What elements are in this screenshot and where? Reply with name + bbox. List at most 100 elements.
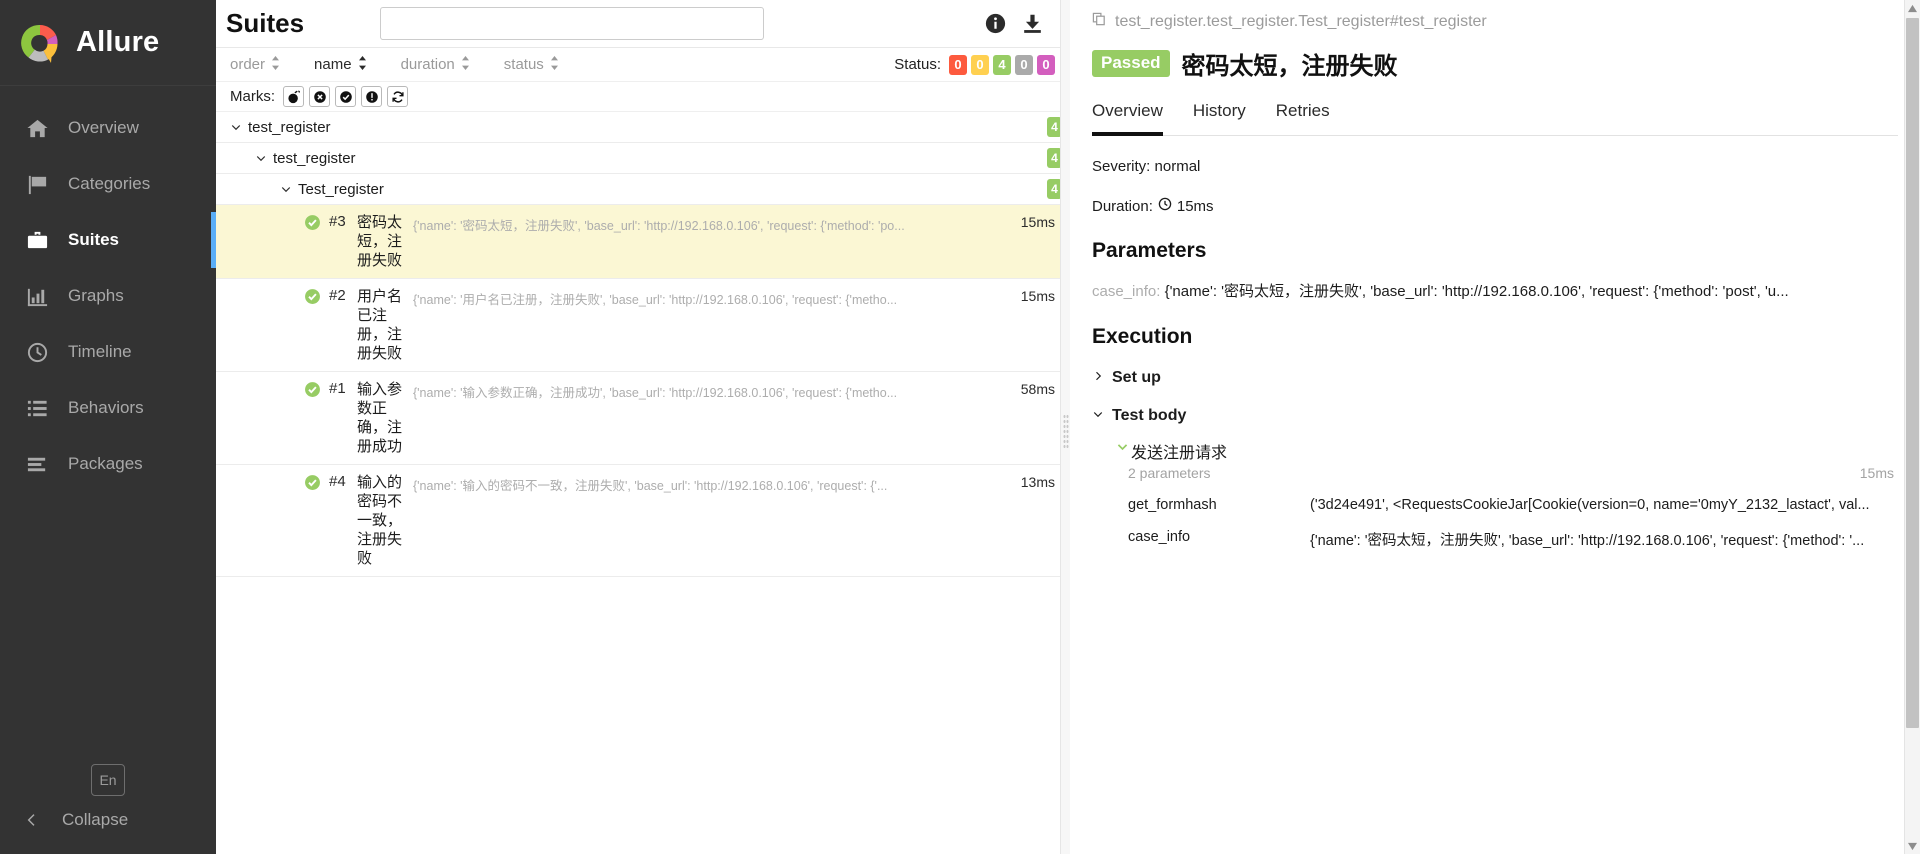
step-parameter-count: 2 parameters (1128, 465, 1211, 481)
execution-node-label: Test body (1112, 407, 1187, 424)
tree-node-level2[interactable]: test_register 4 (216, 143, 1069, 174)
sidebar-item-graphs[interactable]: Graphs (0, 268, 216, 324)
passed-status-icon (304, 381, 322, 403)
allure-logo-icon (18, 21, 62, 65)
refresh-icon[interactable] (387, 86, 408, 107)
execution-node-testbody[interactable]: Test body (1092, 407, 1898, 425)
tree-node-label: Test_register (298, 180, 384, 198)
severity-line: Severity: normal (1092, 158, 1201, 175)
chevron-left-icon (24, 812, 40, 828)
tree-node-level3[interactable]: Test_register 4 (216, 174, 1069, 205)
sidebar-item-overview[interactable]: Overview (0, 100, 216, 156)
download-icon[interactable] (1022, 13, 1043, 34)
chevron-down-icon (280, 183, 292, 195)
parameter-key: case_info: (1092, 283, 1161, 300)
sort-arrows-icon (550, 55, 559, 74)
test-description: {'name': '输入参数正确，注册成功', 'base_url': 'htt… (413, 386, 898, 400)
clock-icon (1158, 197, 1172, 215)
sidebar-footer: En Collapse (0, 764, 216, 854)
brand: Allure (0, 0, 216, 86)
sort-arrows-icon (271, 55, 280, 74)
scroll-up-arrow-icon[interactable] (1905, 0, 1920, 16)
tree-node-level1[interactable]: test_register 4 (216, 112, 1069, 143)
status-badge-unknown[interactable]: 0 (1037, 54, 1055, 75)
scrollbar-thumb[interactable] (1906, 18, 1919, 728)
sidebar-item-timeline[interactable]: Timeline (0, 324, 216, 380)
step-parameter-key: get_formhash (1128, 497, 1217, 513)
test-name: 输入的密码不一致，注册失败 (357, 474, 403, 567)
check-circle-icon[interactable] (335, 86, 356, 107)
header-actions (985, 13, 1055, 34)
sidebar-item-label: Packages (68, 454, 143, 473)
panel-resize-handle[interactable] (1060, 0, 1070, 854)
tab-retries[interactable]: Retries (1276, 101, 1330, 136)
sidebar-item-categories[interactable]: Categories (0, 156, 216, 212)
sidebar-item-label: Overview (68, 118, 139, 137)
sidebar-item-label: Graphs (68, 286, 124, 305)
sidebar-item-suites[interactable]: Suites (0, 212, 216, 268)
sort-bar: order name duration status Status: 0 0 4… (216, 48, 1069, 82)
test-row[interactable]: #3 密码太短，注册失败 {'name': '密码太短，注册失败', 'base… (216, 205, 1069, 279)
scroll-down-arrow-icon[interactable] (1905, 838, 1920, 854)
status-badge: Passed (1092, 50, 1170, 77)
step-title: 发送注册请求 (1131, 445, 1228, 462)
info-icon[interactable] (985, 13, 1006, 34)
sort-status[interactable]: status (503, 55, 559, 74)
sort-label: status (503, 56, 544, 73)
step-parameter-key: case_info (1128, 529, 1191, 545)
execution-node-setup[interactable]: Set up (1092, 369, 1898, 387)
sidebar-item-packages[interactable]: Packages (0, 436, 216, 492)
language-button[interactable]: En (91, 764, 125, 796)
sort-order[interactable]: order (230, 55, 280, 74)
passed-status-icon (304, 214, 322, 236)
page-title: Suites (226, 8, 305, 38)
collapse-button[interactable]: Collapse (0, 810, 216, 830)
passed-status-icon (304, 474, 322, 496)
passed-status-icon (304, 288, 322, 310)
status-badge-skipped[interactable]: 0 (1015, 54, 1033, 75)
search-input[interactable] (380, 7, 765, 40)
suites-panel: Suites order name duration status Status… (216, 0, 1070, 854)
x-circle-icon[interactable] (309, 86, 330, 107)
marks-bar: Marks: (216, 82, 1069, 112)
test-detail-content: test_register.test_register.Test_registe… (1070, 0, 1920, 854)
sort-duration[interactable]: duration (401, 55, 470, 74)
exclamation-circle-icon[interactable] (361, 86, 382, 107)
vertical-scrollbar[interactable] (1904, 0, 1920, 854)
step-parameter-row: get_formhash ('3d24e491', <RequestsCooki… (1116, 497, 1898, 513)
status-badge-passed[interactable]: 4 (993, 54, 1011, 75)
copy-icon[interactable] (1092, 12, 1107, 32)
step-block: 发送注册请求 2 parameters 15ms get_formhash ('… (1092, 439, 1898, 550)
test-name: 输入参数正确，注册成功 (357, 381, 403, 455)
marks-label: Marks: (230, 88, 275, 105)
sort-label: name (314, 56, 352, 73)
test-row[interactable]: #1 输入参数正确，注册成功 {'name': '输入参数正确，注册成功', '… (216, 372, 1069, 465)
sidebar-item-label: Timeline (68, 342, 132, 361)
parameter-row: case_info: {'name': '密码太短，注册失败', 'base_u… (1092, 280, 1898, 301)
status-badge-failed[interactable]: 0 (949, 54, 967, 75)
step-parameter-row: case_info {'name': '密码太短，注册失败', 'base_ur… (1116, 529, 1898, 550)
detail-tabs: Overview History Retries (1092, 101, 1898, 136)
tab-history[interactable]: History (1193, 101, 1246, 136)
bomb-icon[interactable] (283, 86, 304, 107)
test-row[interactable]: #4 输入的密码不一致，注册失败 {'name': '输入的密码不一致，注册失败… (216, 465, 1069, 577)
sidebar-item-behaviors[interactable]: Behaviors (0, 380, 216, 436)
status-label: Status: (894, 56, 941, 73)
tab-overview[interactable]: Overview (1092, 101, 1163, 136)
sidebar: Allure Overview Categories Suites Graphs… (0, 0, 216, 854)
step-subline: 2 parameters 15ms (1116, 465, 1898, 481)
test-order: #1 (329, 380, 346, 397)
chevron-down-icon (255, 152, 267, 164)
step-header[interactable]: 发送注册请求 (1116, 439, 1898, 463)
test-row[interactable]: #2 用户名已注册，注册失败 {'name': '用户名已注册，注册失败', '… (216, 279, 1069, 372)
parameter-value: {'name': '密码太短，注册失败', 'base_url': 'http:… (1164, 283, 1789, 300)
suites-header: Suites (216, 0, 1069, 48)
test-detail-panel: test_register.test_register.Test_registe… (1070, 0, 1920, 854)
sidebar-nav: Overview Categories Suites Graphs Timeli… (0, 86, 216, 492)
home-icon (20, 117, 54, 140)
status-badge-broken[interactable]: 0 (971, 54, 989, 75)
sidebar-item-label: Suites (68, 230, 120, 249)
sort-arrows-icon (461, 55, 470, 74)
sidebar-item-label: Categories (68, 174, 151, 193)
sort-name[interactable]: name (314, 55, 367, 74)
